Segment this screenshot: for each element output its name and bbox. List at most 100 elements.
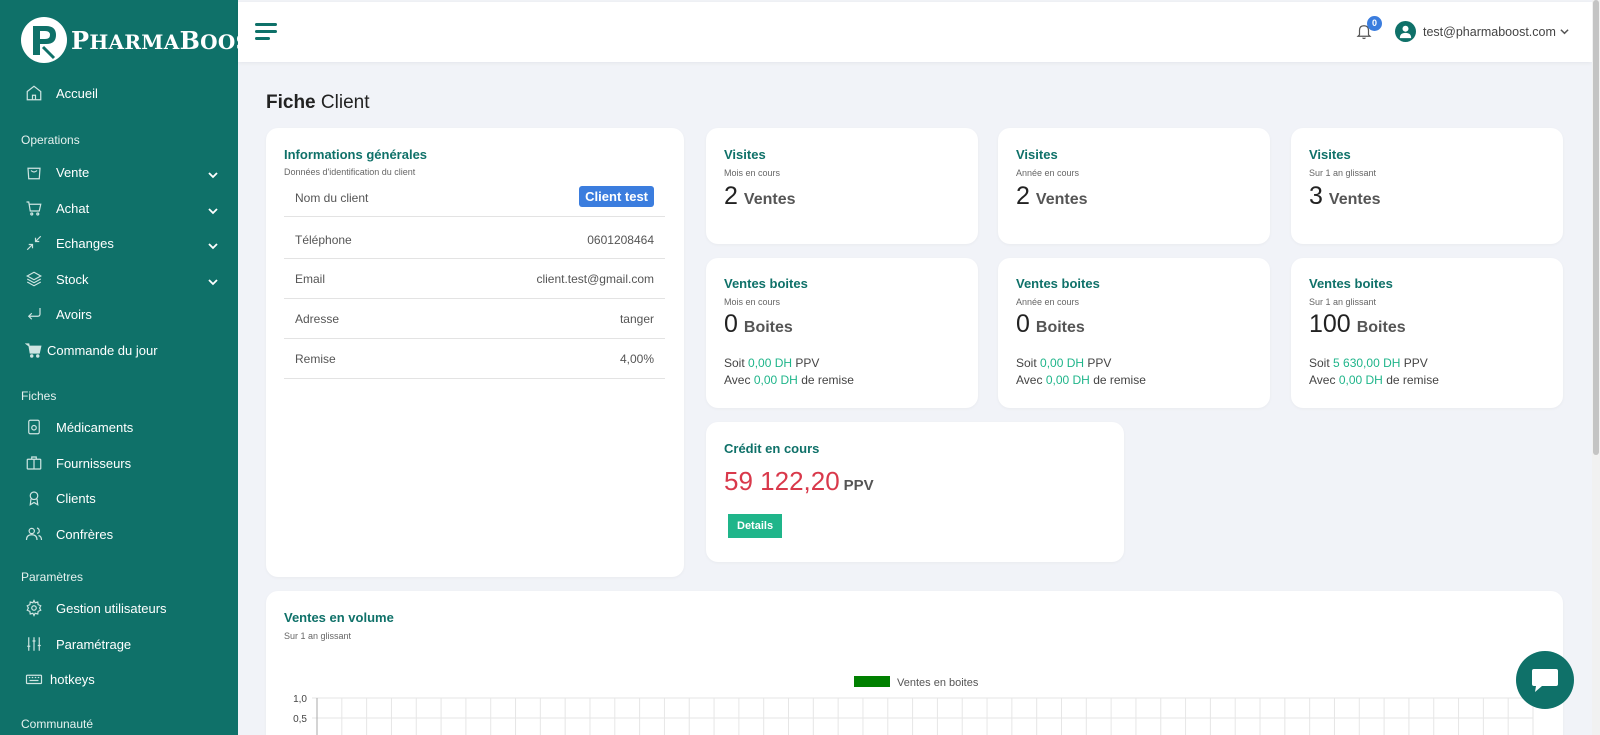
sidebar-section-title: Communauté <box>21 717 94 731</box>
chevron-down-icon <box>1556 23 1569 41</box>
sidebar-item-fournisseurs[interactable]: Fournisseurs <box>0 448 238 478</box>
visites-value: 2 Ventes <box>724 182 796 210</box>
sidebar-item-stock[interactable]: Stock <box>0 264 238 294</box>
logo[interactable]: PHARMABOOST <box>21 17 238 63</box>
chat-button[interactable] <box>1516 651 1574 709</box>
card-title: Ventes boites <box>1016 276 1100 291</box>
info-row-address: Adresse tanger <box>284 299 665 339</box>
sidebar-item-confr-res[interactable]: Confrères <box>0 519 238 549</box>
scrollbar-thumb[interactable] <box>1593 0 1599 455</box>
cart-filled-icon <box>24 341 43 359</box>
info-key: Remise <box>295 352 336 366</box>
users-icon <box>25 525 43 543</box>
info-card: Informations générales Données d'identif… <box>266 128 684 577</box>
award-icon <box>25 489 43 507</box>
info-key: Adresse <box>295 312 340 326</box>
sidebar-item-label: Echanges <box>56 235 114 251</box>
ppv-summary: Soit 0,00 DH PPV Avec 0,00 DH de remise <box>1016 356 1146 387</box>
return-icon <box>25 305 43 323</box>
info-row-phone: Téléphone 0601208464 <box>284 217 665 259</box>
sidebar-item-vente[interactable]: Vente <box>0 157 238 187</box>
details-button[interactable]: Details <box>728 514 783 538</box>
sidebar-item-label: Accueil <box>56 85 98 101</box>
ppv-summary: Soit 5 630,00 DH PPV Avec 0,00 DH de rem… <box>1309 356 1439 387</box>
boites-value: 0 Boites <box>724 310 793 338</box>
card-title: Visites <box>1309 147 1351 162</box>
sidebar-section-title: Fiches <box>21 389 57 403</box>
card-title: Visites <box>724 147 766 162</box>
sidebar-item-avoirs[interactable]: Avoirs <box>0 299 238 329</box>
credit-title: Crédit en cours <box>724 441 820 456</box>
info-card-title: Informations générales <box>284 147 428 162</box>
info-value: 0601208464 <box>587 233 654 247</box>
exchange-icon <box>25 234 43 252</box>
card-period: Mois en cours <box>724 297 781 307</box>
info-row-name: Nom du client Client test <box>284 178 665 217</box>
sidebar-item-label: Paramétrage <box>56 636 132 652</box>
sidebar-item-hotkeys[interactable]: hotkeys <box>0 664 238 694</box>
sliders-icon <box>25 635 43 653</box>
sidebar-item-label: Stock <box>56 271 89 287</box>
keyboard-icon <box>25 670 43 688</box>
layers-icon <box>25 270 43 288</box>
card-period: Sur 1 an glissant <box>1309 297 1377 307</box>
sidebar-item-label: Gestion utilisateurs <box>56 600 167 616</box>
medicine-icon <box>25 418 43 436</box>
sidebar-item-label: Avoirs <box>56 306 92 322</box>
sidebar-item-param-trage[interactable]: Paramétrage <box>0 629 238 659</box>
sidebar-item-echanges[interactable]: Echanges <box>0 228 238 258</box>
topbar: 0 test@pharmaboost.com <box>238 2 1592 62</box>
user-menu[interactable]: test@pharmaboost.com <box>1395 21 1569 42</box>
home-icon <box>25 84 43 102</box>
card-title: Ventes boites <box>1309 276 1393 291</box>
volume-card: Ventes en volume Sur 1 an glissant Vente… <box>266 591 1563 735</box>
ppv-summary: Soit 0,00 DH PPV Avec 0,00 DH de remise <box>724 356 854 387</box>
volume-chart: Ventes en boites 1,0 0,5 <box>293 676 1534 735</box>
card-title: Visites <box>1016 147 1058 162</box>
legend-swatch <box>854 676 890 687</box>
sidebar-item-label: Confrères <box>56 526 114 542</box>
sidebar-item-label: Achat <box>56 200 90 216</box>
chevron-down-icon <box>208 238 218 250</box>
card-title: Ventes boites <box>724 276 808 291</box>
sidebar-item-label: Vente <box>56 164 90 180</box>
visites-value: 2 Ventes <box>1016 182 1088 210</box>
sidebar-item-label: hotkeys <box>50 671 95 687</box>
y-tick-label: 1,0 <box>293 694 307 705</box>
info-row-email: Email client.test@gmail.com <box>284 259 665 299</box>
credit-value: 59 122,20 PPV <box>724 466 874 496</box>
sidebar-section-title: Paramètres <box>21 570 84 584</box>
legend-label: Ventes en boites <box>897 677 979 689</box>
sidebar-item-clients[interactable]: Clients <box>0 483 238 513</box>
sidebar-item-m-dicaments[interactable]: Médicaments <box>0 412 238 442</box>
sidebar-item-accueil[interactable]: Accueil <box>0 78 238 108</box>
brand-name: PHARMABOOST <box>71 25 238 55</box>
menu-toggle-icon[interactable] <box>255 23 277 41</box>
client-name-badge[interactable]: Client test <box>579 186 654 207</box>
y-tick-label: 0,5 <box>293 714 307 725</box>
visites-card-year: Visites Année en cours 2 Ventes <box>998 128 1270 244</box>
scrollbar[interactable] <box>1592 0 1600 735</box>
card-period: Année en cours <box>1016 297 1080 307</box>
visites-card-rolling: Visites Sur 1 an glissant 3 Ventes <box>1291 128 1563 244</box>
sidebar-item-label: Fournisseurs <box>56 455 132 471</box>
sidebar-item-gestion-utilisateurs[interactable]: Gestion utilisateurs <box>0 593 238 623</box>
sidebar-item-achat[interactable]: Achat <box>0 193 238 223</box>
info-value: tanger <box>619 312 654 326</box>
boites-value: 100 Boites <box>1309 310 1406 338</box>
info-value: client.test@gmail.com <box>536 272 654 286</box>
card-period: Mois en cours <box>724 168 781 178</box>
info-key: Email <box>295 272 326 286</box>
visites-card-month: Visites Mois en cours 2 Ventes <box>706 128 978 244</box>
ventes-boites-card-year: Ventes boites Année en cours 0 Boites Soi… <box>998 258 1270 408</box>
gear-icon <box>25 599 43 617</box>
credit-card: Crédit en cours 59 122,20 PPV Details <box>706 422 1124 562</box>
sidebar-item-label: Clients <box>56 490 96 506</box>
card-period: Sur 1 an glissant <box>1309 168 1377 178</box>
ventes-boites-card-month: Ventes boites Mois en cours 0 Boites Soit… <box>706 258 978 408</box>
chevron-down-icon <box>208 274 218 286</box>
info-card-subtitle: Données d'identification du client <box>284 167 416 177</box>
sidebar-item-label: Médicaments <box>56 419 134 435</box>
sidebar-item-commande-du-jour[interactable]: Commande du jour <box>0 335 238 365</box>
chat-icon <box>1532 669 1558 692</box>
